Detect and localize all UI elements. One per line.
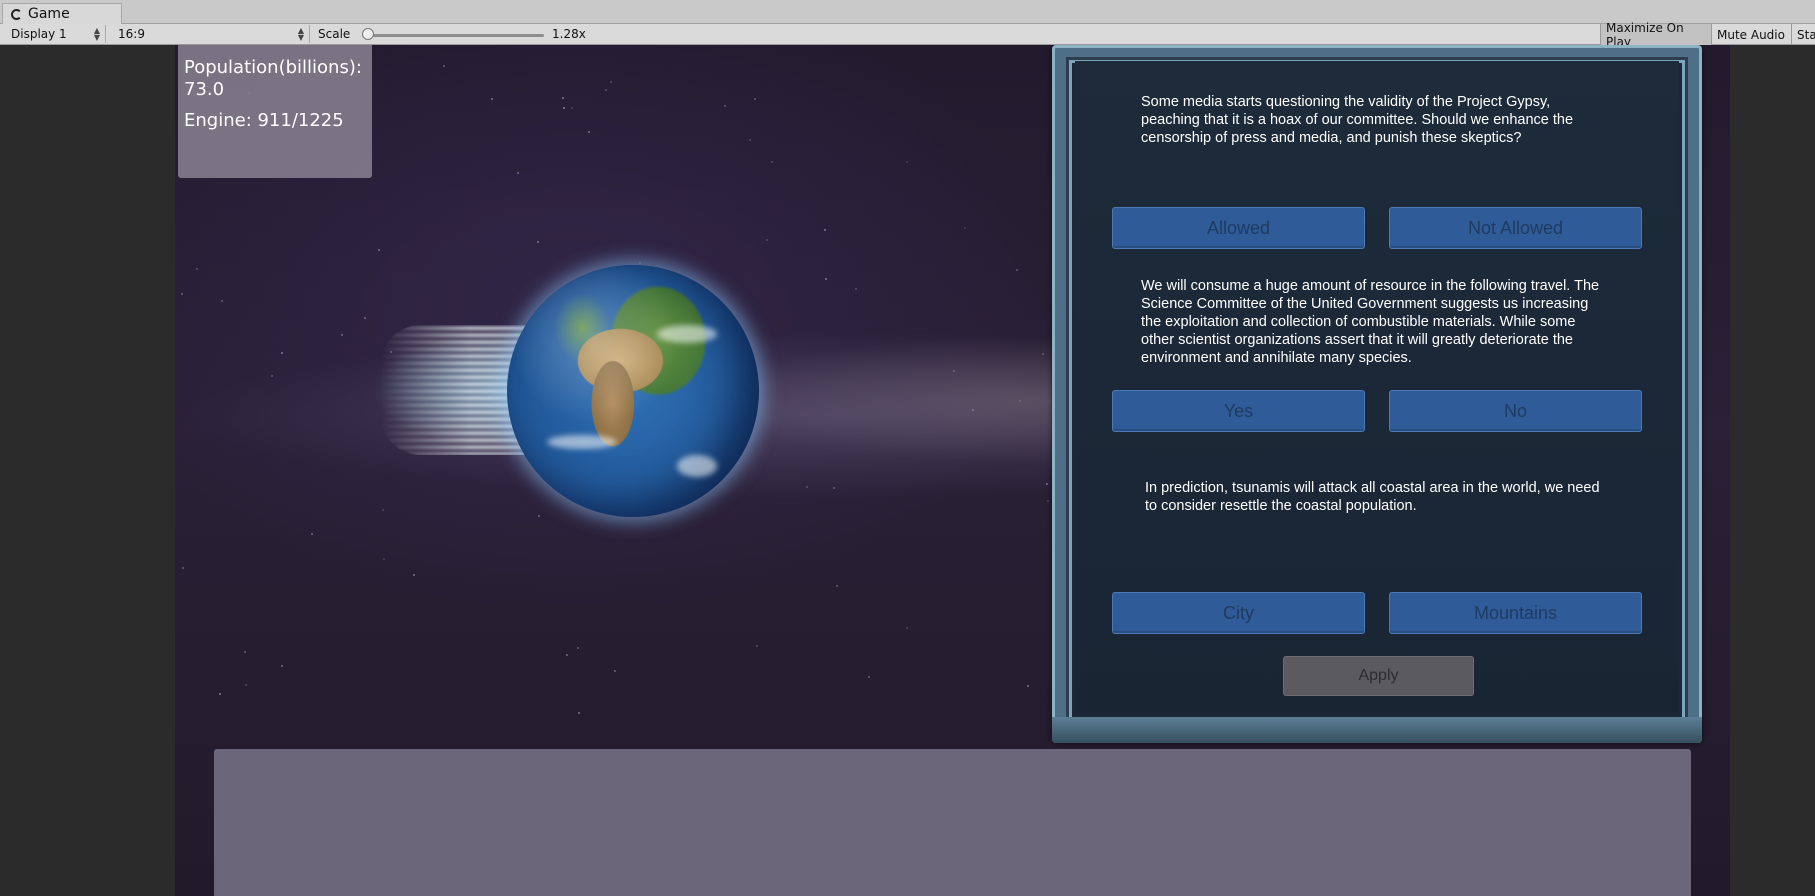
star xyxy=(754,98,756,100)
star xyxy=(571,107,573,109)
star xyxy=(413,574,415,576)
hud-stats-panel: Population(billions): 73.0 Engine: 911/1… xyxy=(178,45,372,178)
display-dropdown[interactable]: Display 1 ▲ ▼ xyxy=(3,25,106,43)
bottom-info-panel xyxy=(214,749,1691,896)
star xyxy=(537,241,539,243)
cloud xyxy=(657,325,717,343)
star xyxy=(271,375,273,377)
star xyxy=(281,352,283,354)
star xyxy=(825,278,827,280)
star xyxy=(443,65,445,67)
star xyxy=(906,627,908,629)
star xyxy=(610,81,612,83)
star xyxy=(563,107,565,109)
star xyxy=(1027,685,1029,687)
star xyxy=(517,172,519,174)
star xyxy=(972,409,974,411)
option-no-button[interactable]: No xyxy=(1389,390,1642,432)
apply-button[interactable]: Apply xyxy=(1283,656,1474,696)
aspect-dropdown-label: 16:9 xyxy=(118,27,145,41)
mute-audio-toggle[interactable]: Mute Audio xyxy=(1711,24,1791,45)
population-value: 73.0 xyxy=(184,79,225,100)
star xyxy=(953,370,955,372)
game-viewport: Population(billions): 73.0 Engine: 911/1… xyxy=(175,45,1730,896)
scale-label: Scale xyxy=(318,27,351,41)
star xyxy=(639,262,641,264)
star xyxy=(906,161,908,163)
engine-status: Engine: 911/1225 xyxy=(184,110,344,131)
star xyxy=(588,131,590,133)
star xyxy=(833,487,835,489)
event-question-1: Some media starts questioning the validi… xyxy=(1141,94,1574,146)
option-yes-button[interactable]: Yes xyxy=(1112,390,1365,432)
star xyxy=(244,651,246,653)
option-city-button[interactable]: City xyxy=(1112,592,1365,634)
star xyxy=(382,509,384,511)
star xyxy=(196,268,198,270)
star xyxy=(311,533,313,535)
star xyxy=(749,139,751,141)
star xyxy=(182,567,184,569)
game-tab-label: Game xyxy=(28,6,70,22)
option-mountains-button[interactable]: Mountains xyxy=(1389,592,1642,634)
star xyxy=(868,676,870,678)
event-question-3: In prediction, tsunamis will attack all … xyxy=(1145,480,1600,514)
window-tab-bar: Game xyxy=(0,0,1815,24)
star xyxy=(964,227,966,229)
option-allowed-button[interactable]: Allowed xyxy=(1112,207,1365,249)
star xyxy=(766,239,768,241)
star xyxy=(1042,353,1044,355)
star xyxy=(824,229,826,231)
game-tab[interactable]: Game xyxy=(2,3,122,24)
star xyxy=(281,665,283,667)
star xyxy=(756,645,758,647)
star xyxy=(614,670,616,672)
star xyxy=(341,334,343,336)
star xyxy=(1019,400,1021,402)
earth-planet xyxy=(507,265,759,517)
dropdown-arrows-icon: ▲ ▼ xyxy=(93,26,100,42)
maximize-on-play-toggle[interactable]: Maximize On Play xyxy=(1600,21,1711,49)
game-toolbar: Display 1 ▲ ▼ 16:9 ▲ ▼ Scale 1.28x Maximiz… xyxy=(0,21,1815,49)
stats-label: Stats xyxy=(1797,27,1815,42)
star xyxy=(562,97,564,99)
star xyxy=(1046,483,1048,485)
scale-value: 1.28x xyxy=(552,27,586,41)
star xyxy=(1047,500,1049,502)
scale-slider-thumb[interactable] xyxy=(361,28,374,40)
mute-audio-label: Mute Audio xyxy=(1717,27,1785,42)
event-panel-frame-bottom xyxy=(1052,717,1702,743)
star xyxy=(1016,269,1018,271)
star xyxy=(221,300,223,302)
aspect-dropdown[interactable]: 16:9 ▲ ▼ xyxy=(110,25,310,43)
event-question-2: We will consume a huge amount of resourc… xyxy=(1141,278,1600,366)
star xyxy=(566,654,568,656)
cloud xyxy=(547,435,617,449)
star xyxy=(245,684,247,686)
star xyxy=(771,161,773,163)
star xyxy=(219,693,221,695)
star xyxy=(491,98,493,100)
star xyxy=(181,293,183,295)
game-view-icon xyxy=(11,8,22,20)
cloud xyxy=(677,455,717,477)
scale-slider-track[interactable] xyxy=(362,34,544,37)
stats-toggle[interactable]: Stats xyxy=(1791,24,1815,45)
star xyxy=(855,288,857,290)
star xyxy=(383,558,385,560)
star xyxy=(378,249,380,251)
star xyxy=(578,712,580,714)
display-dropdown-label: Display 1 xyxy=(11,27,67,41)
option-not-allowed-button[interactable]: Not Allowed xyxy=(1389,207,1642,249)
population-label: Population(billions): xyxy=(184,57,362,78)
star xyxy=(364,317,366,319)
dropdown-arrows-icon: ▲ ▼ xyxy=(297,26,304,42)
star xyxy=(577,647,579,649)
star xyxy=(836,585,838,587)
star xyxy=(724,105,726,107)
star xyxy=(538,515,540,517)
star xyxy=(605,89,607,91)
star xyxy=(806,486,808,488)
